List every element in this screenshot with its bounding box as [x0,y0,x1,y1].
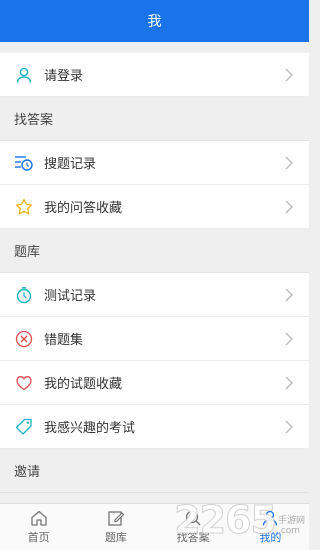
login-label: 请登录 [44,69,84,84]
home-icon [30,510,47,526]
search-history-icon [14,153,34,173]
section-title: 题库 [14,245,41,260]
chevron-right-icon [285,200,293,213]
interested-exams-label: 我感兴趣的考试 [44,421,136,436]
tab-label: 找答案 [176,531,210,544]
user-icon [263,510,278,526]
test-records-row[interactable]: 测试记录 [0,273,309,317]
chevron-right-icon [285,376,293,389]
section-question-bank-header: 题库 [0,229,309,273]
spacer [0,42,309,53]
chevron-right-icon [285,288,293,301]
test-records-label: 测试记录 [44,289,97,304]
tab-label: 我的 [259,531,282,544]
wrong-x-icon [14,329,34,349]
chevron-right-icon [285,420,293,433]
section-title: 找答案 [14,113,54,128]
qa-favorites-row[interactable]: 我的问答收藏 [0,185,309,229]
tag-icon [14,417,34,437]
tab-home[interactable]: 首页 [0,504,77,550]
question-favorites-label: 我的试题收藏 [44,377,123,392]
user-icon [14,65,34,85]
star-icon [14,197,34,217]
search-history-row[interactable]: 搜题记录 [0,141,309,185]
question-favorites-row[interactable]: 我的试题收藏 [0,361,309,405]
section-invite-header: 邀请 [0,449,309,493]
bottom-tab-bar: 首页 题库 找答案 我的 [0,503,309,550]
main-content: 请登录 找答案 搜题记录 我的问答收藏 题库 测试记录 错题集 我的试题收藏 我… [0,42,309,493]
chevron-right-icon [285,68,293,81]
section-find-answers-header: 找答案 [0,97,309,141]
page-header: 我 [0,0,309,42]
tab-mine[interactable]: 我的 [232,504,309,550]
tab-question-bank[interactable]: 题库 [77,504,154,550]
chevron-right-icon [285,332,293,345]
interested-exams-row[interactable]: 我感兴趣的考试 [0,405,309,449]
chevron-right-icon [285,156,293,169]
section-title: 邀请 [14,465,41,480]
timer-icon [14,285,34,305]
wrong-questions-label: 错题集 [44,333,84,348]
page-title: 我 [147,14,162,30]
qa-favorites-label: 我的问答收藏 [44,201,123,216]
login-row[interactable]: 请登录 [0,53,309,97]
tab-label: 题库 [104,531,127,544]
tab-find-answers[interactable]: 找答案 [155,504,232,550]
heart-icon [14,373,34,393]
wrong-questions-row[interactable]: 错题集 [0,317,309,361]
search-history-label: 搜题记录 [44,157,97,172]
search-icon [185,510,201,526]
edit-icon [108,511,125,526]
tab-label: 首页 [27,531,50,544]
